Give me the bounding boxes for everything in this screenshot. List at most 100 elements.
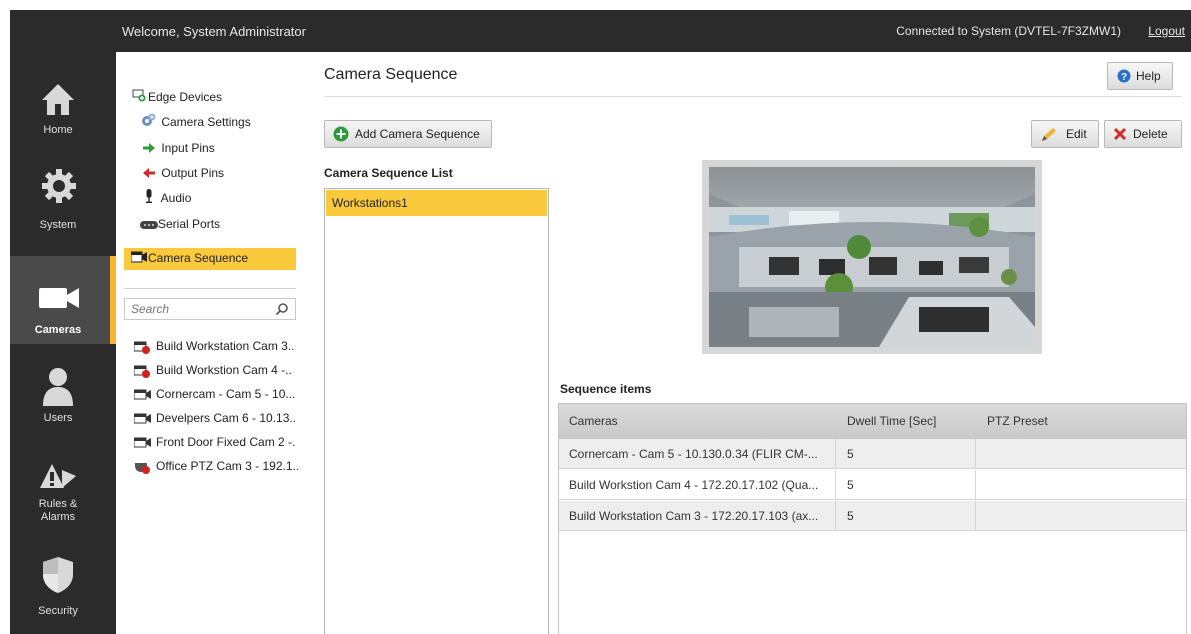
- table-row[interactable]: Build Workstation Cam 3 - 172.20.17.103 …: [559, 501, 1186, 531]
- sequence-list-item[interactable]: Workstations1: [326, 190, 547, 216]
- search-icon[interactable]: [275, 302, 289, 316]
- nav-home-label: Home: [43, 124, 73, 136]
- delete-icon: [1113, 127, 1127, 141]
- camera-list-item[interactable]: Build Workstion Cam 4 -..: [134, 360, 304, 382]
- camera-list-item[interactable]: Build Workstation Cam 3..: [134, 336, 304, 358]
- logout-link[interactable]: Logout: [1148, 24, 1185, 38]
- column-separator: [975, 501, 976, 531]
- camera-settings-icon: [140, 113, 158, 133]
- welcome-text: Welcome, System Administrator: [122, 24, 306, 39]
- camera-list-item[interactable]: Cornercam - Cam 5 - 10...: [134, 384, 304, 406]
- add-icon: [333, 126, 349, 142]
- nav-users[interactable]: Users: [10, 344, 116, 432]
- add-camera-sequence-button[interactable]: Add Camera Sequence: [324, 120, 492, 148]
- nav-security-label: Security: [38, 605, 78, 617]
- nav-rules-alarms[interactable]: Rules & Alarms: [10, 444, 116, 532]
- column-header-dwell-time[interactable]: Dwell Time [Sec]: [847, 414, 936, 428]
- tree-item-output-pins[interactable]: Output Pins: [140, 163, 224, 185]
- tree-item-label: Camera Settings: [161, 115, 251, 129]
- search-input[interactable]: [125, 299, 273, 319]
- column-separator: [835, 470, 836, 500]
- table-row[interactable]: Cornercam - Cam 5 - 10.130.0.34 (FLIR CM…: [559, 439, 1186, 469]
- column-separator: [975, 470, 976, 500]
- microphone-icon: [140, 188, 158, 209]
- title-divider: [324, 96, 1182, 97]
- help-icon: ?: [1117, 69, 1131, 83]
- camera-offline-icon: [134, 365, 150, 378]
- arrow-left-icon: [140, 164, 158, 184]
- tree-item-label: Output Pins: [161, 166, 225, 180]
- column-header-cameras[interactable]: Cameras: [569, 414, 618, 428]
- shield-icon: [43, 557, 73, 593]
- serial-port-icon: [140, 215, 158, 235]
- nav-rules-alarms-label: Rules & Alarms: [38, 498, 78, 523]
- gear-icon: [42, 169, 76, 203]
- main-nav: Home System Cameras Users Rules & Alarms…: [10, 52, 116, 634]
- device-tree: Edge Devices Camera Settings Input Pins …: [116, 52, 304, 634]
- edge-devices-icon: [130, 88, 148, 108]
- user-icon: [43, 368, 73, 406]
- help-button[interactable]: ? Help: [1107, 62, 1173, 90]
- connection-status: Connected to System (DVTEL-7F3ZMW1): [896, 24, 1121, 38]
- sequence-items-table: Cameras Dwell Time [Sec] PTZ Preset Corn…: [558, 403, 1187, 634]
- top-bar: Welcome, System Administrator Connected …: [10, 10, 1191, 52]
- column-separator: [975, 439, 976, 469]
- column-separator: [835, 439, 836, 469]
- tree-item-label: Input Pins: [161, 141, 215, 155]
- nav-cameras[interactable]: Cameras: [10, 256, 116, 344]
- arrow-right-icon: [140, 139, 158, 159]
- cell-camera: Build Workstation Cam 3 - 172.20.17.103 …: [569, 509, 819, 523]
- camera-preview: [702, 160, 1042, 354]
- column-header-ptz-preset[interactable]: PTZ Preset: [987, 414, 1048, 428]
- page-title: Camera Sequence: [324, 66, 458, 83]
- home-icon: [42, 84, 74, 115]
- nav-cameras-label: Cameras: [34, 324, 82, 336]
- app-frame: Welcome, System Administrator Connected …: [10, 10, 1191, 634]
- camera-icon: [39, 288, 79, 308]
- nav-system-label: System: [39, 219, 77, 231]
- cell-dwell-time: 5: [847, 447, 854, 461]
- sequence-items-title: Sequence items: [560, 382, 652, 396]
- sequence-list-title: Camera Sequence List: [324, 166, 453, 180]
- svg-text:?: ?: [1121, 72, 1127, 83]
- camera-list-item[interactable]: Front Door Fixed Cam 2 -.: [134, 432, 304, 454]
- alarm-icon: [40, 464, 76, 488]
- nav-users-label: Users: [43, 412, 73, 424]
- column-separator: [835, 501, 836, 531]
- sequence-list: Workstations1: [324, 188, 549, 634]
- tree-item-serial-ports[interactable]: Serial Ports: [140, 214, 220, 236]
- tree-divider: [124, 288, 296, 289]
- delete-button[interactable]: Delete: [1104, 120, 1182, 148]
- camera-preview-image: [709, 167, 1035, 347]
- tree-item-audio[interactable]: Audio: [140, 188, 191, 210]
- camera-sequence-icon: [130, 249, 148, 269]
- nav-security[interactable]: Security: [10, 546, 116, 634]
- cell-dwell-time: 5: [847, 478, 854, 492]
- tree-item-camera-sequence[interactable]: Camera Sequence: [124, 248, 296, 270]
- tree-item-camera-settings[interactable]: Camera Settings: [140, 112, 251, 134]
- camera-search: [124, 298, 296, 320]
- tree-item-input-pins[interactable]: Input Pins: [140, 138, 215, 160]
- main-area: Camera Sequence ? Help Add Camera Sequen…: [314, 52, 1191, 634]
- camera-list-item[interactable]: Office PTZ Cam 3 - 192.1..: [134, 456, 304, 478]
- table-header: Cameras Dwell Time [Sec] PTZ Preset: [559, 404, 1186, 439]
- camera-offline-icon: [134, 341, 150, 354]
- nav-home[interactable]: Home: [10, 52, 116, 140]
- nav-system[interactable]: System: [10, 140, 116, 231]
- cell-camera: Cornercam - Cam 5 - 10.130.0.34 (FLIR CM…: [569, 447, 818, 461]
- tree-item-label: Edge Devices: [148, 90, 223, 104]
- cell-camera: Build Workstion Cam 4 - 172.20.17.102 (Q…: [569, 478, 819, 492]
- camera-list-item[interactable]: Develpers Cam 6 - 10.13..: [134, 408, 304, 430]
- pencil-icon: [1042, 128, 1056, 141]
- table-row[interactable]: Build Workstion Cam 4 - 172.20.17.102 (Q…: [559, 470, 1186, 500]
- camera-icon: [134, 413, 151, 424]
- tree-item-label: Serial Ports: [158, 217, 221, 231]
- tree-item-edge-devices[interactable]: Edge Devices: [130, 87, 222, 109]
- camera-icon: [134, 437, 151, 448]
- content-panel: Edge Devices Camera Settings Input Pins …: [116, 52, 1191, 634]
- camera-icon: [134, 389, 151, 400]
- tree-item-label: Audio: [160, 191, 192, 205]
- ptz-camera-offline-icon: [135, 462, 150, 474]
- cell-dwell-time: 5: [847, 509, 854, 523]
- edit-button[interactable]: Edit: [1031, 120, 1099, 148]
